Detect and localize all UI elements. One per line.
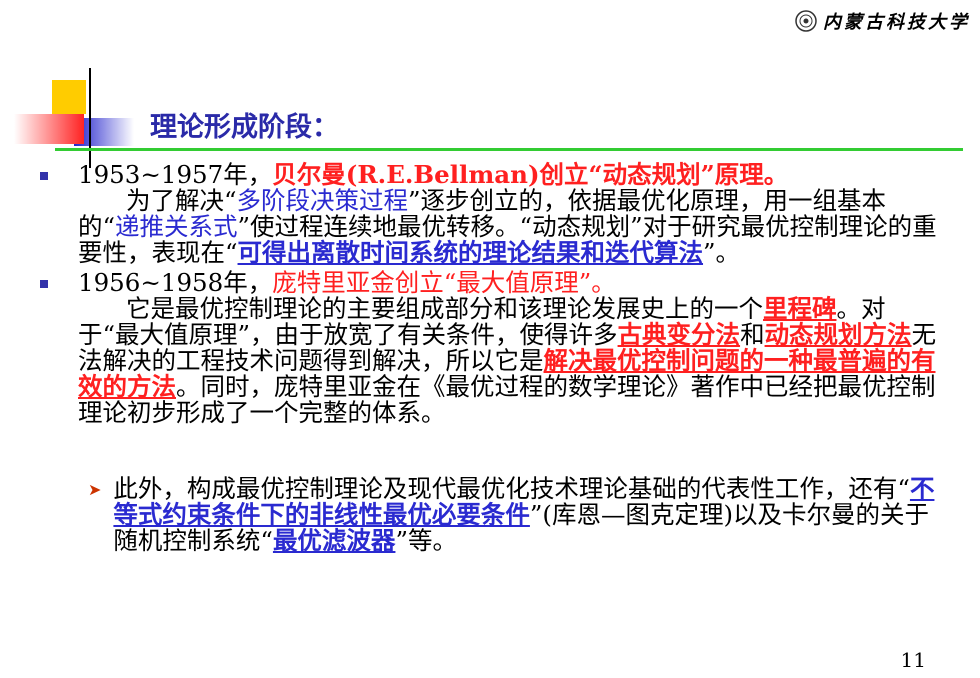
term-recurrence: 递推关系式 — [115, 212, 238, 241]
bullet-2-heading: 1956~1958年，庞特里亚金创立“最大值原理”。 — [78, 270, 616, 296]
text: 和 — [740, 320, 765, 349]
page-number: 11 — [900, 648, 926, 672]
title-decoration — [14, 68, 134, 168]
sub-bullet: ➤ 此外，构成最优控制理论及现代最优化技术理论基础的代表性工作，还有“不等式约束… — [88, 476, 945, 554]
slide-content: 1953~1957年，贝尔曼(R.E.Bellman)创立“动态规划”原理。 为… — [40, 162, 945, 554]
text: 此外，构成最优控制理论及现代最优化技术理论基础的代表性工作，还有“ — [113, 474, 910, 503]
bullet-2: 1956~1958年，庞特里亚金创立“最大值原理”。 — [40, 270, 945, 296]
bullet-2-headline: 庞特里亚金创立“最大值原理”。 — [272, 268, 616, 297]
arrow-bullet-icon: ➤ — [88, 480, 102, 499]
bullet-square-icon — [40, 172, 48, 180]
term-multistage: 多阶段决策过程 — [236, 186, 409, 215]
text: 。同时，庞特里亚金在《最优过程的数学理论》著作中已经把最优控制理论初步形成了一个… — [78, 372, 936, 427]
text: 为了解决“ — [126, 186, 237, 215]
university-logo: 内蒙古科技大学 — [795, 8, 970, 34]
slide-title: 理论形成阶段： — [150, 112, 339, 143]
term-milestone: 里程碑 — [763, 294, 837, 323]
university-seal-icon — [795, 10, 817, 32]
text: ”。 — [703, 238, 741, 267]
bullet-square-icon — [40, 280, 48, 288]
term-calculus-variations: 古典变分法 — [617, 320, 741, 349]
link-optimal-filter: 最优滤波器 — [272, 526, 396, 555]
university-logo-text: 内蒙古科技大学 — [823, 12, 970, 33]
bullet-1-body: 为了解决“多阶段决策过程”逐步创立的，依据最优化原理，用一组基本的“递推关系式”… — [78, 188, 945, 266]
bullet-1: 1953~1957年，贝尔曼(R.E.Bellman)创立“动态规划”原理。 — [40, 162, 945, 188]
sub-bullet-text: 此外，构成最优控制理论及现代最优化技术理论基础的代表性工作，还有“不等式约束条件… — [113, 476, 945, 554]
text: ”等。 — [395, 526, 457, 555]
bullet-1-headline: 贝尔曼(R.E.Bellman)创立“动态规划”原理。 — [272, 160, 789, 189]
bullet-2-years: 1956~1958年， — [78, 268, 273, 297]
link-discrete-results: 可得出离散时间系统的理论结果和迭代算法 — [237, 238, 704, 267]
bullet-2-body: 它是最优控制理论的主要组成部分和该理论发展史上的一个里程碑。对于“最大值原理”，… — [78, 296, 945, 426]
text: 它是最优控制理论的主要组成部分和该理论发展史上的一个 — [126, 294, 763, 323]
bullet-1-years: 1953~1957年， — [78, 160, 273, 189]
title-divider — [55, 148, 963, 151]
bullet-1-heading: 1953~1957年，贝尔曼(R.E.Bellman)创立“动态规划”原理。 — [78, 162, 788, 188]
term-dynamic-programming: 动态规划方法 — [764, 320, 912, 349]
